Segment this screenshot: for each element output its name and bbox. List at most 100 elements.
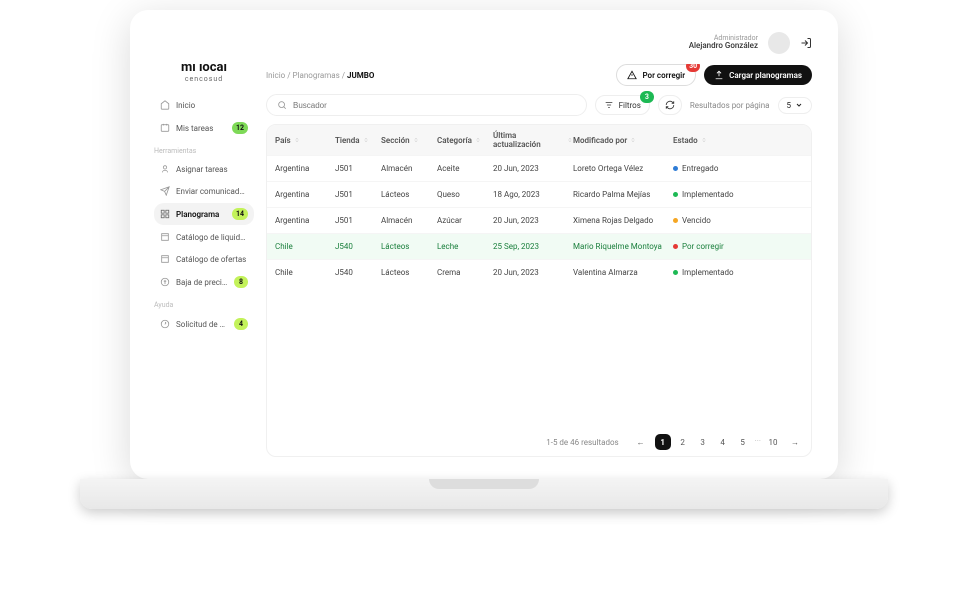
th-estado[interactable]: Estado xyxy=(673,136,803,145)
price-icon xyxy=(160,277,170,287)
chevron-down-icon xyxy=(795,101,803,109)
page-button[interactable]: 2 xyxy=(675,434,691,450)
sort-icon xyxy=(701,137,707,143)
sidebar-item-catalogo-ofertas[interactable]: Catálogo de ofertas xyxy=(154,249,254,269)
status-dot xyxy=(673,192,678,197)
sidebar-item-mis-tareas[interactable]: Mis tareas 12 xyxy=(154,117,254,139)
sidebar-badge: 14 xyxy=(232,208,248,220)
td-categoria: Leche xyxy=(437,242,493,251)
td-modificado: Loreto Ortega Vélez xyxy=(573,164,673,173)
th-categoria[interactable]: Categoría xyxy=(437,136,493,145)
status-label: Implementado xyxy=(682,268,734,277)
sidebar-item-inicio[interactable]: Inicio xyxy=(154,95,254,115)
td-estado: Implementado xyxy=(673,268,803,277)
th-ultima[interactable]: Última actualización xyxy=(493,131,573,149)
pagination-info: 1-5 de 46 resultados xyxy=(546,438,618,447)
sort-icon xyxy=(363,137,369,143)
logo-text: mi local xyxy=(181,64,227,75)
page-next[interactable]: → xyxy=(787,434,803,450)
td-modificado: Valentina Almarza xyxy=(573,268,673,277)
page-button[interactable]: 4 xyxy=(715,434,731,450)
td-tienda: J501 xyxy=(335,164,381,173)
page-button[interactable]: 1 xyxy=(655,434,671,450)
status-dot xyxy=(673,218,678,223)
table-row[interactable]: ArgentinaJ501AlmacénAceite20 Jun, 2023Lo… xyxy=(267,155,811,181)
page-button[interactable]: 5 xyxy=(735,434,751,450)
status-label: Por corregir xyxy=(682,242,724,251)
tasks-icon xyxy=(160,123,170,133)
cargar-label: Cargar planogramas xyxy=(729,71,802,80)
sidebar-item-solicitud-ayuda[interactable]: Solicitud de ayuda 4 xyxy=(154,313,254,335)
sort-icon xyxy=(475,137,481,143)
filter-icon xyxy=(604,100,614,110)
user-name: Alejandro González xyxy=(689,42,758,51)
td-estado: Implementado xyxy=(673,190,803,199)
sidebar-item-label: Planograma xyxy=(176,210,226,219)
sidebar-item-asignar-tareas[interactable]: Asignar tareas xyxy=(154,159,254,179)
td-categoria: Aceite xyxy=(437,164,493,173)
sidebar-section-ayuda: Ayuda xyxy=(154,301,254,309)
td-modificado: Ximena Rojas Delgado xyxy=(573,216,673,225)
catalog-icon xyxy=(160,232,170,242)
td-modificado: Ricardo Palma Mejías xyxy=(573,190,673,199)
sidebar-item-catalogo-liquidacion[interactable]: Catálogo de liquidación xyxy=(154,227,254,247)
content: Inicio / Planogramas / JUMBO Por corregi… xyxy=(262,64,826,467)
refresh-button[interactable] xyxy=(658,95,682,115)
sidebar-badge: 8 xyxy=(234,276,248,288)
td-tienda: J501 xyxy=(335,190,381,199)
help-icon xyxy=(160,319,170,329)
sidebar-badge: 4 xyxy=(234,318,248,330)
table-row[interactable]: ChileJ540LácteosLeche25 Sep, 2023Mario R… xyxy=(267,233,811,259)
page-button[interactable]: 10 xyxy=(765,434,781,450)
app-screen: Administrador Alejandro González mi loca… xyxy=(142,22,826,467)
search-input-wrap[interactable] xyxy=(266,94,587,116)
rpp-select[interactable]: 5 xyxy=(778,97,813,114)
pagination: 1-5 de 46 resultados ← 12345...10 → xyxy=(267,428,811,456)
td-pais: Chile xyxy=(275,268,335,277)
filtros-button[interactable]: Filtros 3 xyxy=(595,95,650,115)
user-block: Administrador Alejandro González xyxy=(689,35,758,51)
logout-icon[interactable] xyxy=(800,37,812,49)
avatar[interactable] xyxy=(768,32,790,54)
search-icon xyxy=(277,100,287,110)
td-tienda: J540 xyxy=(335,242,381,251)
logo: mi local cencosud xyxy=(154,64,254,83)
page-prev[interactable]: ← xyxy=(633,434,649,450)
sidebar-item-planograma[interactable]: Planograma 14 xyxy=(154,203,254,225)
sidebar-item-label: Solicitud de ayuda xyxy=(176,320,228,329)
th-pais[interactable]: País xyxy=(275,136,335,145)
catalog-icon xyxy=(160,254,170,264)
td-estado: Vencido xyxy=(673,216,803,225)
search-input[interactable] xyxy=(293,101,576,110)
th-seccion[interactable]: Sección xyxy=(381,136,437,145)
por-corregir-count: 30 xyxy=(686,64,700,72)
laptop-notch xyxy=(429,479,539,489)
sidebar-item-baja-precios[interactable]: Baja de precios 8 xyxy=(154,271,254,293)
sidebar-item-label: Asignar tareas xyxy=(176,165,248,174)
sort-icon xyxy=(567,137,573,143)
sidebar-item-label: Catálogo de ofertas xyxy=(176,255,248,264)
breadcrumb-b[interactable]: Planogramas xyxy=(293,71,340,80)
table-row[interactable]: ArgentinaJ501AlmacénAzúcar20 Jun, 2023Xi… xyxy=(267,207,811,233)
td-pais: Argentina xyxy=(275,190,335,199)
send-icon xyxy=(160,186,170,196)
planogram-table: País Tienda Sección Categoría Última act… xyxy=(266,124,812,457)
breadcrumb-a[interactable]: Inicio xyxy=(266,71,285,80)
th-modificado[interactable]: Modificado por xyxy=(573,136,673,145)
laptop-frame: Administrador Alejandro González mi loca… xyxy=(130,10,838,479)
sidebar-item-label: Enviar comunicados xyxy=(176,187,248,196)
sidebar-item-enviar-comunicados[interactable]: Enviar comunicados xyxy=(154,181,254,201)
table-row[interactable]: ArgentinaJ501LácteosQueso18 Ago, 2023Ric… xyxy=(267,181,811,207)
td-tienda: J501 xyxy=(335,216,381,225)
status-dot xyxy=(673,244,678,249)
warning-icon xyxy=(627,70,637,80)
topbar: Administrador Alejandro González xyxy=(142,22,826,64)
page-button[interactable]: 3 xyxy=(695,434,711,450)
cargar-planogramas-button[interactable]: Cargar planogramas xyxy=(704,65,812,85)
th-tienda[interactable]: Tienda xyxy=(335,136,381,145)
table-row[interactable]: ChileJ540LácteosCrema20 Jun, 2023Valenti… xyxy=(267,259,811,285)
refresh-icon xyxy=(665,100,675,110)
rpp-label: Resultados por página xyxy=(690,101,770,110)
sort-icon xyxy=(413,137,419,143)
por-corregir-button[interactable]: Por corregir 30 xyxy=(616,64,696,86)
